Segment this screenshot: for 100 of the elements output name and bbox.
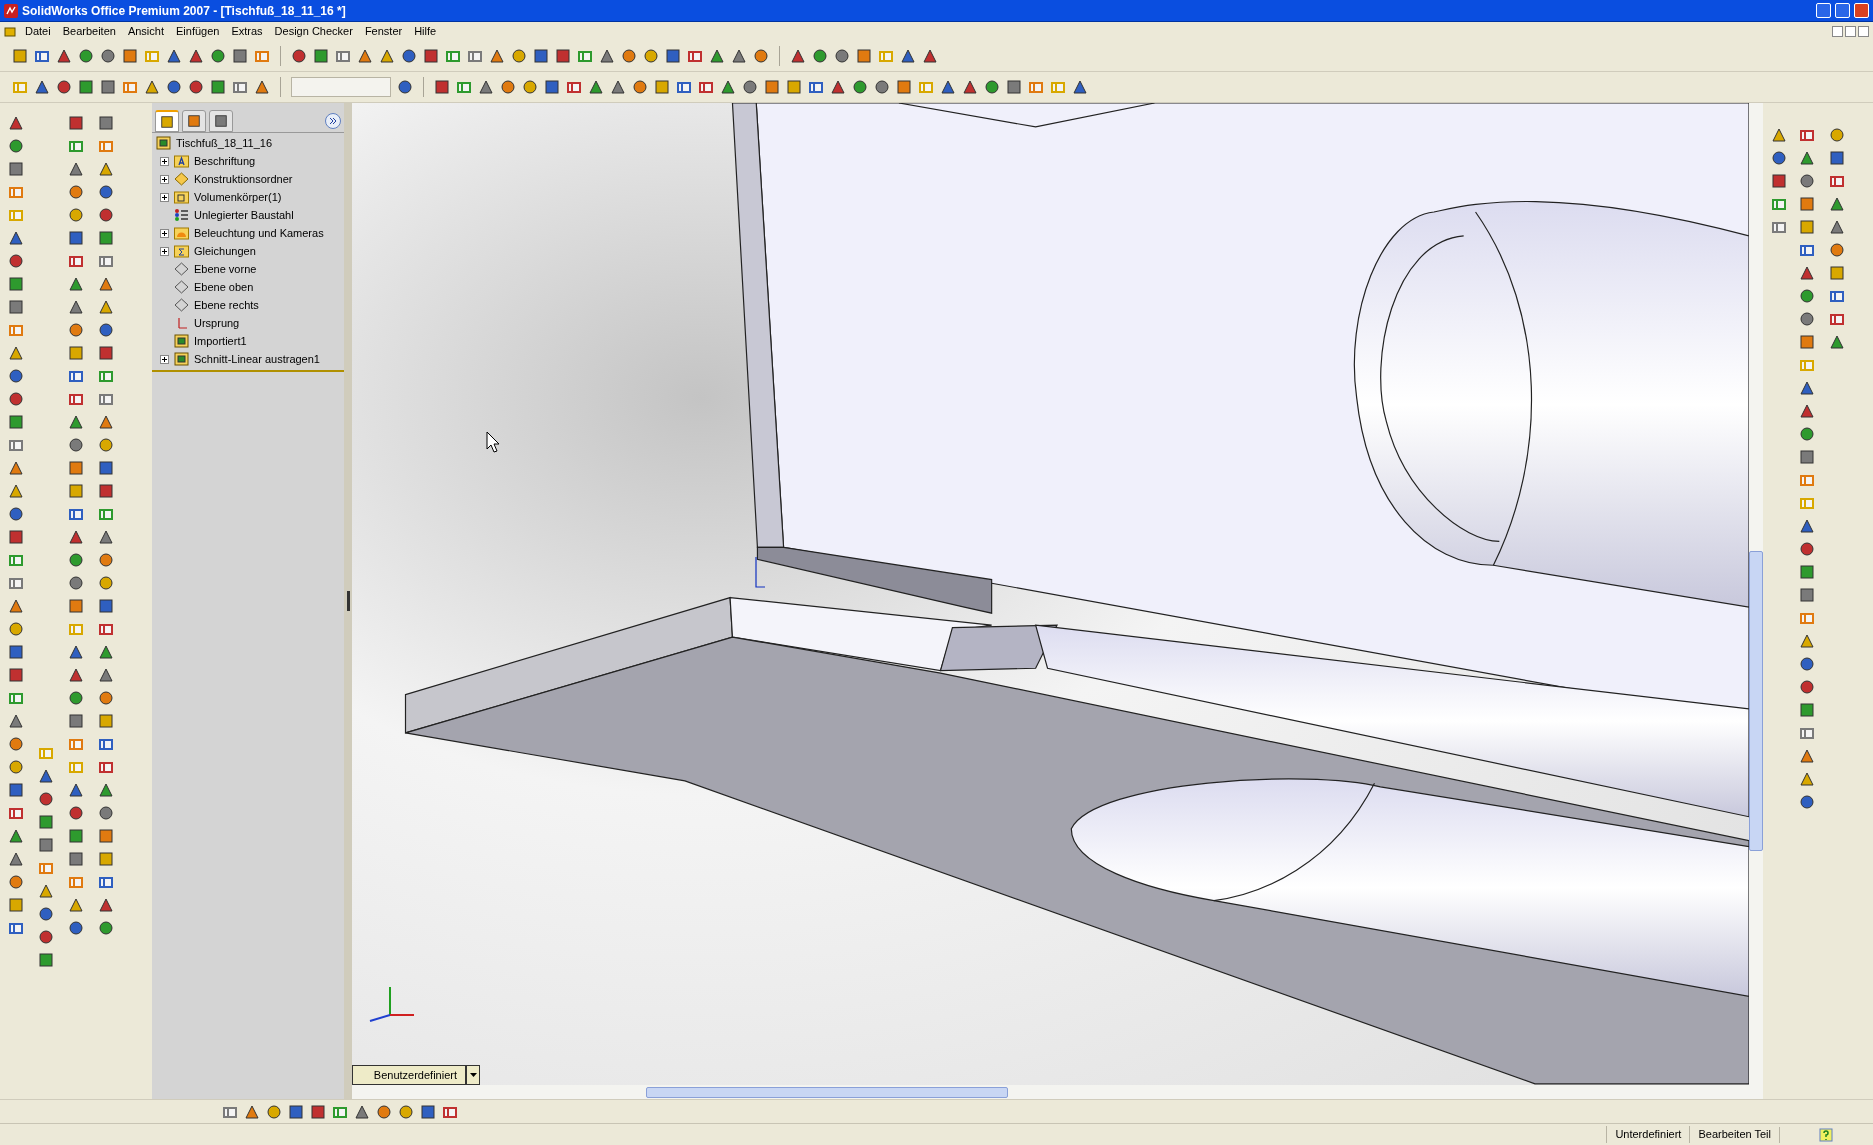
- circle-icon[interactable]: [166, 79, 182, 95]
- triangle-icon[interactable]: [8, 230, 24, 246]
- menu-item[interactable]: Datei: [20, 23, 56, 40]
- tree-item[interactable]: Importiert1: [194, 332, 247, 350]
- circle-icon[interactable]: [8, 621, 24, 637]
- frame-icon[interactable]: [122, 79, 138, 95]
- circle-icon[interactable]: [98, 690, 114, 706]
- frame-icon[interactable]: [1771, 219, 1787, 235]
- triangle-icon[interactable]: [1829, 196, 1845, 212]
- frame-icon[interactable]: [68, 368, 84, 384]
- circle-icon[interactable]: [291, 48, 307, 64]
- triangle-icon[interactable]: [98, 782, 114, 798]
- app-menu-icon[interactable]: [4, 24, 18, 39]
- frame-icon[interactable]: [38, 860, 54, 876]
- panel-tab[interactable]: [209, 110, 233, 132]
- circle-icon[interactable]: [812, 48, 828, 64]
- square-icon[interactable]: [98, 598, 114, 614]
- square-icon[interactable]: [38, 837, 54, 853]
- frame-icon[interactable]: [68, 874, 84, 890]
- frame-icon[interactable]: [577, 48, 593, 64]
- square-icon[interactable]: [555, 48, 571, 64]
- frame-icon[interactable]: [676, 79, 692, 95]
- square-icon[interactable]: [533, 48, 549, 64]
- triangle-icon[interactable]: [98, 897, 114, 913]
- circle-icon[interactable]: [98, 575, 114, 591]
- square-icon[interactable]: [78, 79, 94, 95]
- square-icon[interactable]: [100, 79, 116, 95]
- triangle-icon[interactable]: [68, 276, 84, 292]
- square-icon[interactable]: [68, 713, 84, 729]
- triangle-icon[interactable]: [790, 48, 806, 64]
- square-icon[interactable]: [68, 230, 84, 246]
- frame-icon[interactable]: [8, 322, 24, 338]
- dropdown-field[interactable]: [291, 77, 391, 97]
- triangle-icon[interactable]: [98, 529, 114, 545]
- circle-icon[interactable]: [8, 253, 24, 269]
- square-icon[interactable]: [98, 851, 114, 867]
- frame-icon[interactable]: [1829, 288, 1845, 304]
- circle-icon[interactable]: [376, 1103, 392, 1120]
- circle-icon[interactable]: [632, 79, 648, 95]
- triangle-icon[interactable]: [34, 79, 50, 95]
- circle-icon[interactable]: [1799, 679, 1815, 695]
- triangle-icon[interactable]: [1829, 219, 1845, 235]
- circle-icon[interactable]: [1771, 150, 1787, 166]
- triangle-icon[interactable]: [8, 713, 24, 729]
- square-icon[interactable]: [1829, 150, 1845, 166]
- triangle-icon[interactable]: [244, 1103, 260, 1120]
- circle-icon[interactable]: [266, 1103, 282, 1120]
- frame-icon[interactable]: [232, 79, 248, 95]
- square-icon[interactable]: [8, 276, 24, 292]
- restore-button[interactable]: [1845, 26, 1856, 37]
- triangle-icon[interactable]: [68, 782, 84, 798]
- frame-icon[interactable]: [1799, 127, 1815, 143]
- circle-icon[interactable]: [68, 690, 84, 706]
- triangle-icon[interactable]: [144, 79, 160, 95]
- circle-icon[interactable]: [397, 79, 413, 95]
- frame-icon[interactable]: [1771, 196, 1787, 212]
- frame-icon[interactable]: [8, 437, 24, 453]
- menu-item[interactable]: Fenster: [359, 23, 408, 40]
- frame-icon[interactable]: [1799, 725, 1815, 741]
- circle-icon[interactable]: [68, 805, 84, 821]
- frame-icon[interactable]: [467, 48, 483, 64]
- circle-icon[interactable]: [98, 184, 114, 200]
- square-icon[interactable]: [420, 1103, 436, 1120]
- triangle-icon[interactable]: [68, 897, 84, 913]
- frame-icon[interactable]: [68, 506, 84, 522]
- circle-icon[interactable]: [1799, 311, 1815, 327]
- triangle-icon[interactable]: [98, 414, 114, 430]
- triangle-icon[interactable]: [8, 483, 24, 499]
- circle-icon[interactable]: [98, 207, 114, 223]
- circle-icon[interactable]: [68, 322, 84, 338]
- circle-icon[interactable]: [8, 138, 24, 154]
- square-icon[interactable]: [98, 828, 114, 844]
- circle-icon[interactable]: [68, 184, 84, 200]
- frame-icon[interactable]: [1028, 79, 1044, 95]
- circle-icon[interactable]: [500, 79, 516, 95]
- panel-tab[interactable]: [182, 110, 206, 132]
- frame-icon[interactable]: [68, 391, 84, 407]
- square-icon[interactable]: [8, 414, 24, 430]
- square-icon[interactable]: [8, 299, 24, 315]
- frame-icon[interactable]: [8, 805, 24, 821]
- circle-icon[interactable]: [1799, 173, 1815, 189]
- frame-icon[interactable]: [254, 48, 270, 64]
- frame-icon[interactable]: [8, 575, 24, 591]
- square-icon[interactable]: [68, 598, 84, 614]
- frame-icon[interactable]: [1799, 610, 1815, 626]
- frame-icon[interactable]: [98, 506, 114, 522]
- square-icon[interactable]: [1799, 219, 1815, 235]
- square-icon[interactable]: [98, 460, 114, 476]
- circle-icon[interactable]: [210, 48, 226, 64]
- circle-icon[interactable]: [852, 79, 868, 95]
- help-icon[interactable]: [1819, 1127, 1833, 1142]
- square-icon[interactable]: [1799, 196, 1815, 212]
- circle-icon[interactable]: [8, 368, 24, 384]
- triangle-icon[interactable]: [56, 48, 72, 64]
- triangle-icon[interactable]: [830, 79, 846, 95]
- frame-icon[interactable]: [445, 48, 461, 64]
- triangle-icon[interactable]: [8, 598, 24, 614]
- square-icon[interactable]: [38, 952, 54, 968]
- circle-icon[interactable]: [68, 437, 84, 453]
- tree-item[interactable]: Beschriftung: [194, 152, 256, 170]
